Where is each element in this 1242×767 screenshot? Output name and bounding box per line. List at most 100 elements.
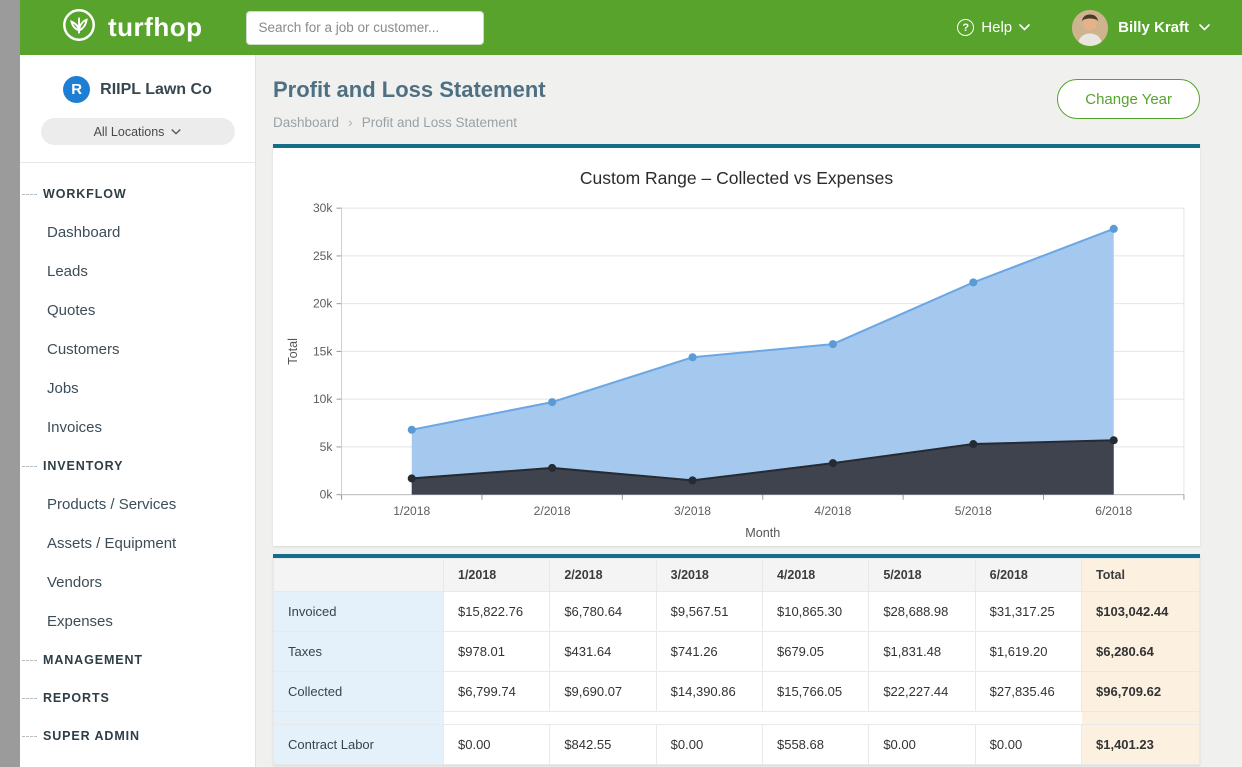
table-header-cell: 5/2018 [869, 559, 975, 592]
breadcrumb-dashboard[interactable]: Dashboard [273, 115, 339, 130]
total-cell: $1,401.23 [1082, 725, 1200, 765]
row-label: Contract Labor [274, 725, 444, 765]
table-header-cell [274, 559, 444, 592]
sidebar-item-dashboard[interactable]: Dashboard [22, 213, 255, 252]
table-cell: $6,780.64 [550, 592, 656, 632]
breadcrumb-separator-icon: › [348, 114, 353, 130]
sidebar-section-management[interactable]: MANAGEMENT [22, 641, 255, 679]
table-cell: $0.00 [975, 725, 1081, 765]
main-content: Profit and Loss Statement Dashboard › Pr… [256, 55, 1242, 767]
brand-name: turfhop [108, 12, 202, 43]
brand[interactable]: turfhop [60, 6, 202, 49]
sidebar-item-products-services[interactable]: Products / Services [22, 485, 255, 524]
help-label: Help [981, 19, 1012, 36]
table-cell: $15,766.05 [762, 672, 868, 712]
sidebar-item-jobs[interactable]: Jobs [22, 369, 255, 408]
total-cell: $6,280.64 [1082, 632, 1200, 672]
table-header-row: 1/20182/20183/20184/20185/20186/2018Tota… [274, 559, 1200, 592]
table-cell: $6,799.74 [444, 672, 550, 712]
section-label: INVENTORY [43, 459, 123, 473]
table-cell: $0.00 [656, 725, 762, 765]
svg-text:5/2018: 5/2018 [955, 504, 992, 518]
change-year-button[interactable]: Change Year [1057, 79, 1200, 119]
tree-branch-icon [22, 736, 37, 737]
table-cell: $9,690.07 [550, 672, 656, 712]
svg-text:6/2018: 6/2018 [1095, 504, 1132, 518]
pl-area-chart: 0k5k10k15k20k25k30k1/20182/20183/20184/2… [281, 189, 1192, 544]
user-name: Billy Kraft [1118, 19, 1189, 36]
svg-text:10k: 10k [313, 392, 333, 406]
help-icon: ? [957, 19, 974, 36]
table-cell: $1,619.20 [975, 632, 1081, 672]
section-label: REPORTS [43, 691, 110, 705]
chart-title: Custom Range – Collected vs Expenses [281, 168, 1192, 189]
help-menu[interactable]: ? Help [957, 19, 1030, 36]
row-label: Invoiced [274, 592, 444, 632]
table-cell: $28,688.98 [869, 592, 975, 632]
svg-text:15k: 15k [313, 344, 333, 358]
svg-text:Month: Month [745, 526, 780, 540]
total-cell: $96,709.62 [1082, 672, 1200, 712]
table-cell: $0.00 [869, 725, 975, 765]
pl-table: 1/20182/20183/20184/20185/20186/2018Tota… [273, 558, 1200, 765]
table-row: Invoiced$15,822.76$6,780.64$9,567.51$10,… [274, 592, 1200, 632]
table-cell: $27,835.46 [975, 672, 1081, 712]
table-header-cell: Total [1082, 559, 1200, 592]
sidebar-section-workflow[interactable]: WORKFLOW [22, 175, 255, 213]
section-label: MANAGEMENT [43, 653, 143, 667]
company: R RIIPL Lawn Co [20, 76, 255, 103]
table-row: Taxes$978.01$431.64$741.26$679.05$1,831.… [274, 632, 1200, 672]
sidebar-item-assets-equipment[interactable]: Assets / Equipment [22, 524, 255, 563]
tree-branch-icon [22, 698, 37, 699]
table-spacer-row [274, 712, 1200, 725]
table-cell: $741.26 [656, 632, 762, 672]
table-cell: $31,317.25 [975, 592, 1081, 632]
breadcrumb-current: Profit and Loss Statement [362, 115, 517, 130]
table-cell: $14,390.86 [656, 672, 762, 712]
user-menu[interactable]: Billy Kraft [1072, 10, 1210, 46]
svg-text:4/2018: 4/2018 [814, 504, 851, 518]
table-cell: $679.05 [762, 632, 868, 672]
svg-text:1/2018: 1/2018 [393, 504, 430, 518]
chevron-down-icon [1199, 24, 1210, 31]
window-gutter [0, 0, 20, 767]
table-cell: $9,567.51 [656, 592, 762, 632]
table-cell: $10,865.30 [762, 592, 868, 632]
sidebar-item-vendors[interactable]: Vendors [22, 563, 255, 602]
sidebar-item-leads[interactable]: Leads [22, 252, 255, 291]
table-cell: $15,822.76 [444, 592, 550, 632]
svg-text:2/2018: 2/2018 [534, 504, 571, 518]
sidebar-section-inventory[interactable]: INVENTORY [22, 447, 255, 485]
total-cell: $103,042.44 [1082, 592, 1200, 632]
table-row: Contract Labor$0.00$842.55$0.00$558.68$0… [274, 725, 1200, 765]
location-selector[interactable]: All Locations [41, 118, 235, 145]
app-root: turfhop ? Help Bill [0, 0, 1242, 767]
svg-text:Total: Total [286, 338, 300, 365]
sidebar-item-expenses[interactable]: Expenses [22, 602, 255, 641]
breadcrumb: Dashboard › Profit and Loss Statement [273, 114, 546, 130]
svg-text:0k: 0k [320, 488, 334, 502]
user-avatar [1072, 10, 1108, 46]
table-cell: $842.55 [550, 725, 656, 765]
table-card: 1/20182/20183/20184/20185/20186/2018Tota… [273, 554, 1200, 765]
page-header: Profit and Loss Statement Dashboard › Pr… [256, 55, 1242, 144]
svg-text:20k: 20k [313, 297, 333, 311]
row-label: Taxes [274, 632, 444, 672]
sidebar-item-invoices[interactable]: Invoices [22, 408, 255, 447]
sidebar-item-quotes[interactable]: Quotes [22, 291, 255, 330]
table-cell: $0.00 [444, 725, 550, 765]
chart-card: Custom Range – Collected vs Expenses 0k 5… [273, 144, 1200, 546]
table-cell: $22,227.44 [869, 672, 975, 712]
svg-text:3/2018: 3/2018 [674, 504, 711, 518]
table-cell: $978.01 [444, 632, 550, 672]
sidebar-item-customers[interactable]: Customers [22, 330, 255, 369]
table-header-cell: 2/2018 [550, 559, 656, 592]
company-logo: R [63, 76, 90, 103]
sidebar-section-reports[interactable]: REPORTS [22, 679, 255, 717]
table-header-cell: 1/2018 [444, 559, 550, 592]
search-input[interactable] [246, 11, 484, 45]
sidebar-section-super-admin[interactable]: SUPER ADMIN [22, 717, 255, 755]
svg-text:30k: 30k [313, 201, 333, 215]
table-header-cell: 4/2018 [762, 559, 868, 592]
chevron-down-icon [171, 129, 181, 135]
